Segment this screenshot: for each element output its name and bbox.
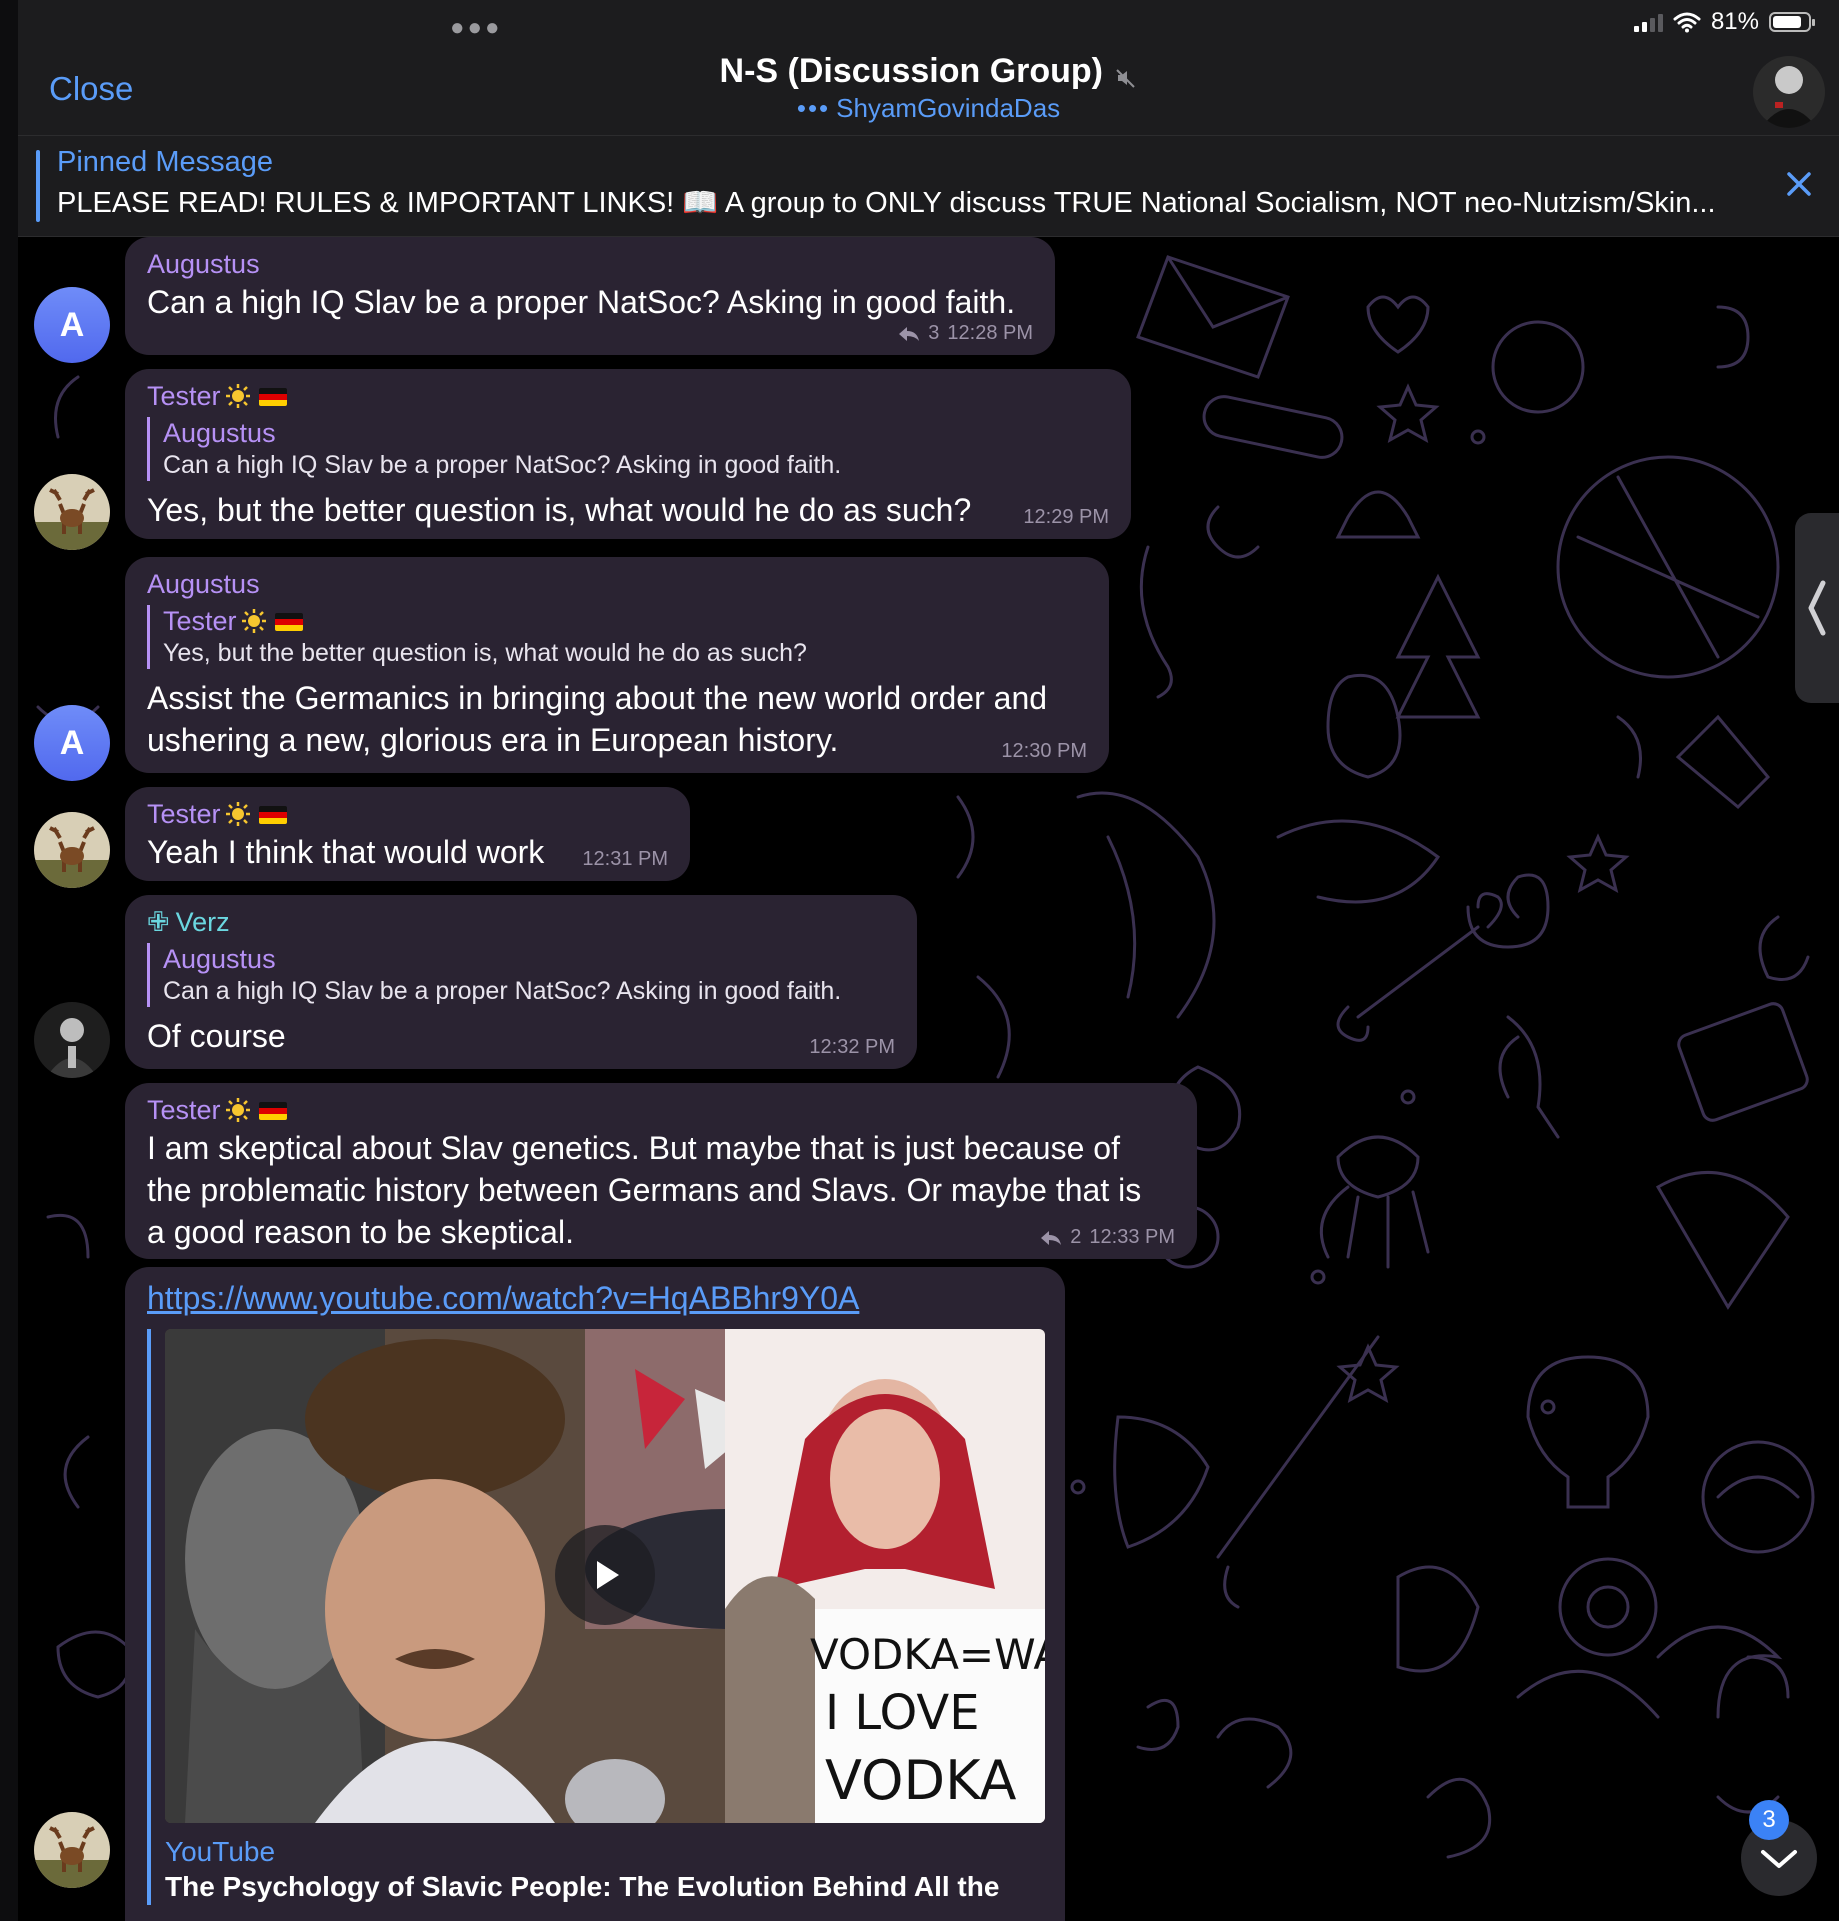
avatar-tester[interactable] xyxy=(34,1812,110,1888)
message-bubble[interactable]: Tester I am skeptical about Slav genetic… xyxy=(125,1083,1197,1259)
sun-emoji-icon xyxy=(241,609,266,633)
chat-header: ●●● 81% Close N-S (Discussion Group) •••… xyxy=(18,0,1839,136)
reply-quote[interactable]: Augustus Can a high IQ Slav be a proper … xyxy=(147,417,1109,481)
message-meta: 12:32 PM xyxy=(809,1036,895,1059)
sender-name[interactable]: Tester xyxy=(147,797,668,831)
sun-emoji-icon xyxy=(225,802,250,826)
message-meta: 3 12:28 PM xyxy=(898,322,1033,345)
group-avatar[interactable] xyxy=(1753,56,1825,128)
pinned-text: PLEASE READ! RULES & IMPORTANT LINKS! 📖 … xyxy=(57,187,1716,219)
chevron-left-icon xyxy=(1808,580,1826,636)
germany-flag-icon xyxy=(258,1102,287,1120)
message-bubble[interactable]: Augustus Tester Yes, but the better ques… xyxy=(125,557,1109,773)
message-time: 12:32 PM xyxy=(809,1036,895,1058)
video-thumbnail[interactable]: VODKA=WATER I LOVE VODKA xyxy=(165,1329,1045,1823)
play-icon xyxy=(597,1561,619,1589)
muted-speaker-icon xyxy=(1116,69,1136,88)
battery-icon xyxy=(1769,12,1815,32)
message-meta: 12:30 PM xyxy=(1001,740,1087,763)
message-time: 12:33 PM xyxy=(1089,1226,1175,1248)
play-button[interactable] xyxy=(555,1525,655,1625)
battery-percent: 81% xyxy=(1710,8,1759,35)
chat-title-area[interactable]: N-S (Discussion Group) ••• ShyamGovindaDa… xyxy=(18,52,1839,124)
sender-name[interactable]: Augustus xyxy=(147,247,1033,281)
germany-flag-icon xyxy=(258,388,287,406)
reply-quote[interactable]: Augustus Can a high IQ Slav be a proper … xyxy=(147,943,895,1007)
cross-icon: ✙ xyxy=(147,907,170,937)
sign-text-line: VODKA=WATER xyxy=(810,1630,1045,1679)
quote-sender: Augustus xyxy=(163,418,276,448)
message-bubble[interactable]: Augustus Can a high IQ Slav be a proper … xyxy=(125,237,1055,355)
message-text: Can a high IQ Slav be a proper NatSoc? A… xyxy=(147,284,1016,320)
avatar-verz[interactable] xyxy=(34,1002,110,1078)
message-text: Of course xyxy=(147,1018,286,1054)
message-bubble[interactable]: https://www.youtube.com/watch?v=HqABBhr9… xyxy=(125,1267,1065,1921)
message-meta: 2 12:33 PM xyxy=(1040,1226,1175,1249)
unread-count-badge: 3 xyxy=(1749,1800,1789,1840)
multitasking-dots-icon[interactable]: ●●● xyxy=(450,14,503,42)
wifi-icon xyxy=(1673,12,1701,33)
message-time: 12:29 PM xyxy=(1023,506,1109,528)
message-text-line: Assist the Germanics in bringing about t… xyxy=(147,680,1048,716)
message-text: Yes, but the better question is, what wo… xyxy=(147,492,972,528)
sun-emoji-icon xyxy=(225,1098,250,1122)
message-text-line: a good reason to be skeptical. xyxy=(147,1214,574,1250)
message-meta: 12:31 PM xyxy=(582,848,668,871)
reply-count[interactable]: 2 xyxy=(1070,1226,1081,1249)
message-meta: 12:29 PM xyxy=(1023,506,1109,529)
quote-text: Can a high IQ Slav be a proper NatSoc? A… xyxy=(163,977,842,1005)
reply-count[interactable]: 3 xyxy=(928,322,939,345)
cellular-signal-icon xyxy=(1633,12,1663,32)
message-time: 12:31 PM xyxy=(582,848,668,870)
chat-title: N-S (Discussion Group) xyxy=(719,52,1103,90)
quote-text: Yes, but the better question is, what wo… xyxy=(163,639,807,667)
avatar-tester[interactable] xyxy=(34,474,110,550)
message-time: 12:30 PM xyxy=(1001,740,1087,762)
preview-site-name: YouTube xyxy=(165,1836,276,1867)
message-list[interactable]: A Augustus Can a high IQ Slav be a prope… xyxy=(18,237,1839,1921)
telegram-app: ●●● 81% Close N-S (Discussion Group) •••… xyxy=(18,0,1839,1921)
avatar-augustus[interactable]: A xyxy=(34,705,110,781)
message-text-line: the problematic history between Germans … xyxy=(147,1172,1142,1208)
quote-text: Can a high IQ Slav be a proper NatSoc? A… xyxy=(163,451,842,479)
pinned-label: Pinned Message xyxy=(57,146,274,178)
close-pinned-icon[interactable] xyxy=(1779,164,1819,204)
link-preview[interactable]: VODKA=WATER I LOVE VODKA YouTube The Psy… xyxy=(147,1329,1045,1905)
avatar-tester[interactable] xyxy=(34,812,110,888)
typing-dots-icon: ••• xyxy=(796,93,831,123)
reply-icon xyxy=(1041,1230,1062,1245)
message-text-line: I am skeptical about Slav genetics. But … xyxy=(147,1130,1120,1166)
sign-text-line: I LOVE xyxy=(825,1685,980,1741)
quote-sender: Augustus xyxy=(163,944,276,974)
pinned-indicator xyxy=(36,150,40,222)
quote-sender: Tester xyxy=(163,605,1087,637)
reply-icon xyxy=(899,326,920,341)
message-bubble[interactable]: Tester Augustus Can a high IQ Slav be a … xyxy=(125,369,1131,539)
message-text-line: ushering a new, glorious era in European… xyxy=(147,722,839,758)
pinned-message-bar[interactable]: Pinned Message PLEASE READ! RULES & IMPO… xyxy=(18,136,1839,237)
sender-name[interactable]: Augustus xyxy=(147,567,1087,601)
message-bubble[interactable]: ✙ Verz Augustus Can a high IQ Slav be a p… xyxy=(125,895,917,1069)
sender-name[interactable]: ✙ Verz xyxy=(147,905,895,939)
typing-user: ShyamGovindaDas xyxy=(836,93,1061,123)
sun-emoji-icon xyxy=(225,384,250,408)
typing-indicator: ••• ShyamGovindaDas xyxy=(18,93,1839,124)
message-time: 12:28 PM xyxy=(947,322,1033,344)
preview-title: The Psychology of Slavic People: The Evo… xyxy=(165,1871,1000,1902)
sidebar-toggle-handle[interactable] xyxy=(1795,513,1839,703)
germany-flag-icon xyxy=(258,806,287,824)
status-bar: 81% xyxy=(1633,8,1815,36)
avatar-augustus[interactable]: A xyxy=(34,287,110,363)
sender-name[interactable]: Tester xyxy=(147,379,1109,413)
sender-name[interactable]: Tester xyxy=(147,1093,1175,1127)
germany-flag-icon xyxy=(274,613,303,631)
youtube-link[interactable]: https://www.youtube.com/watch?v=HqABBhr9… xyxy=(147,1277,1043,1319)
left-window-edge xyxy=(0,0,19,1921)
sign-text-line: VODKA xyxy=(825,1749,1017,1812)
message-bubble[interactable]: Tester Yeah I think that would work 12:3… xyxy=(125,787,690,881)
reply-quote[interactable]: Tester Yes, but the better question is, … xyxy=(147,605,1087,669)
